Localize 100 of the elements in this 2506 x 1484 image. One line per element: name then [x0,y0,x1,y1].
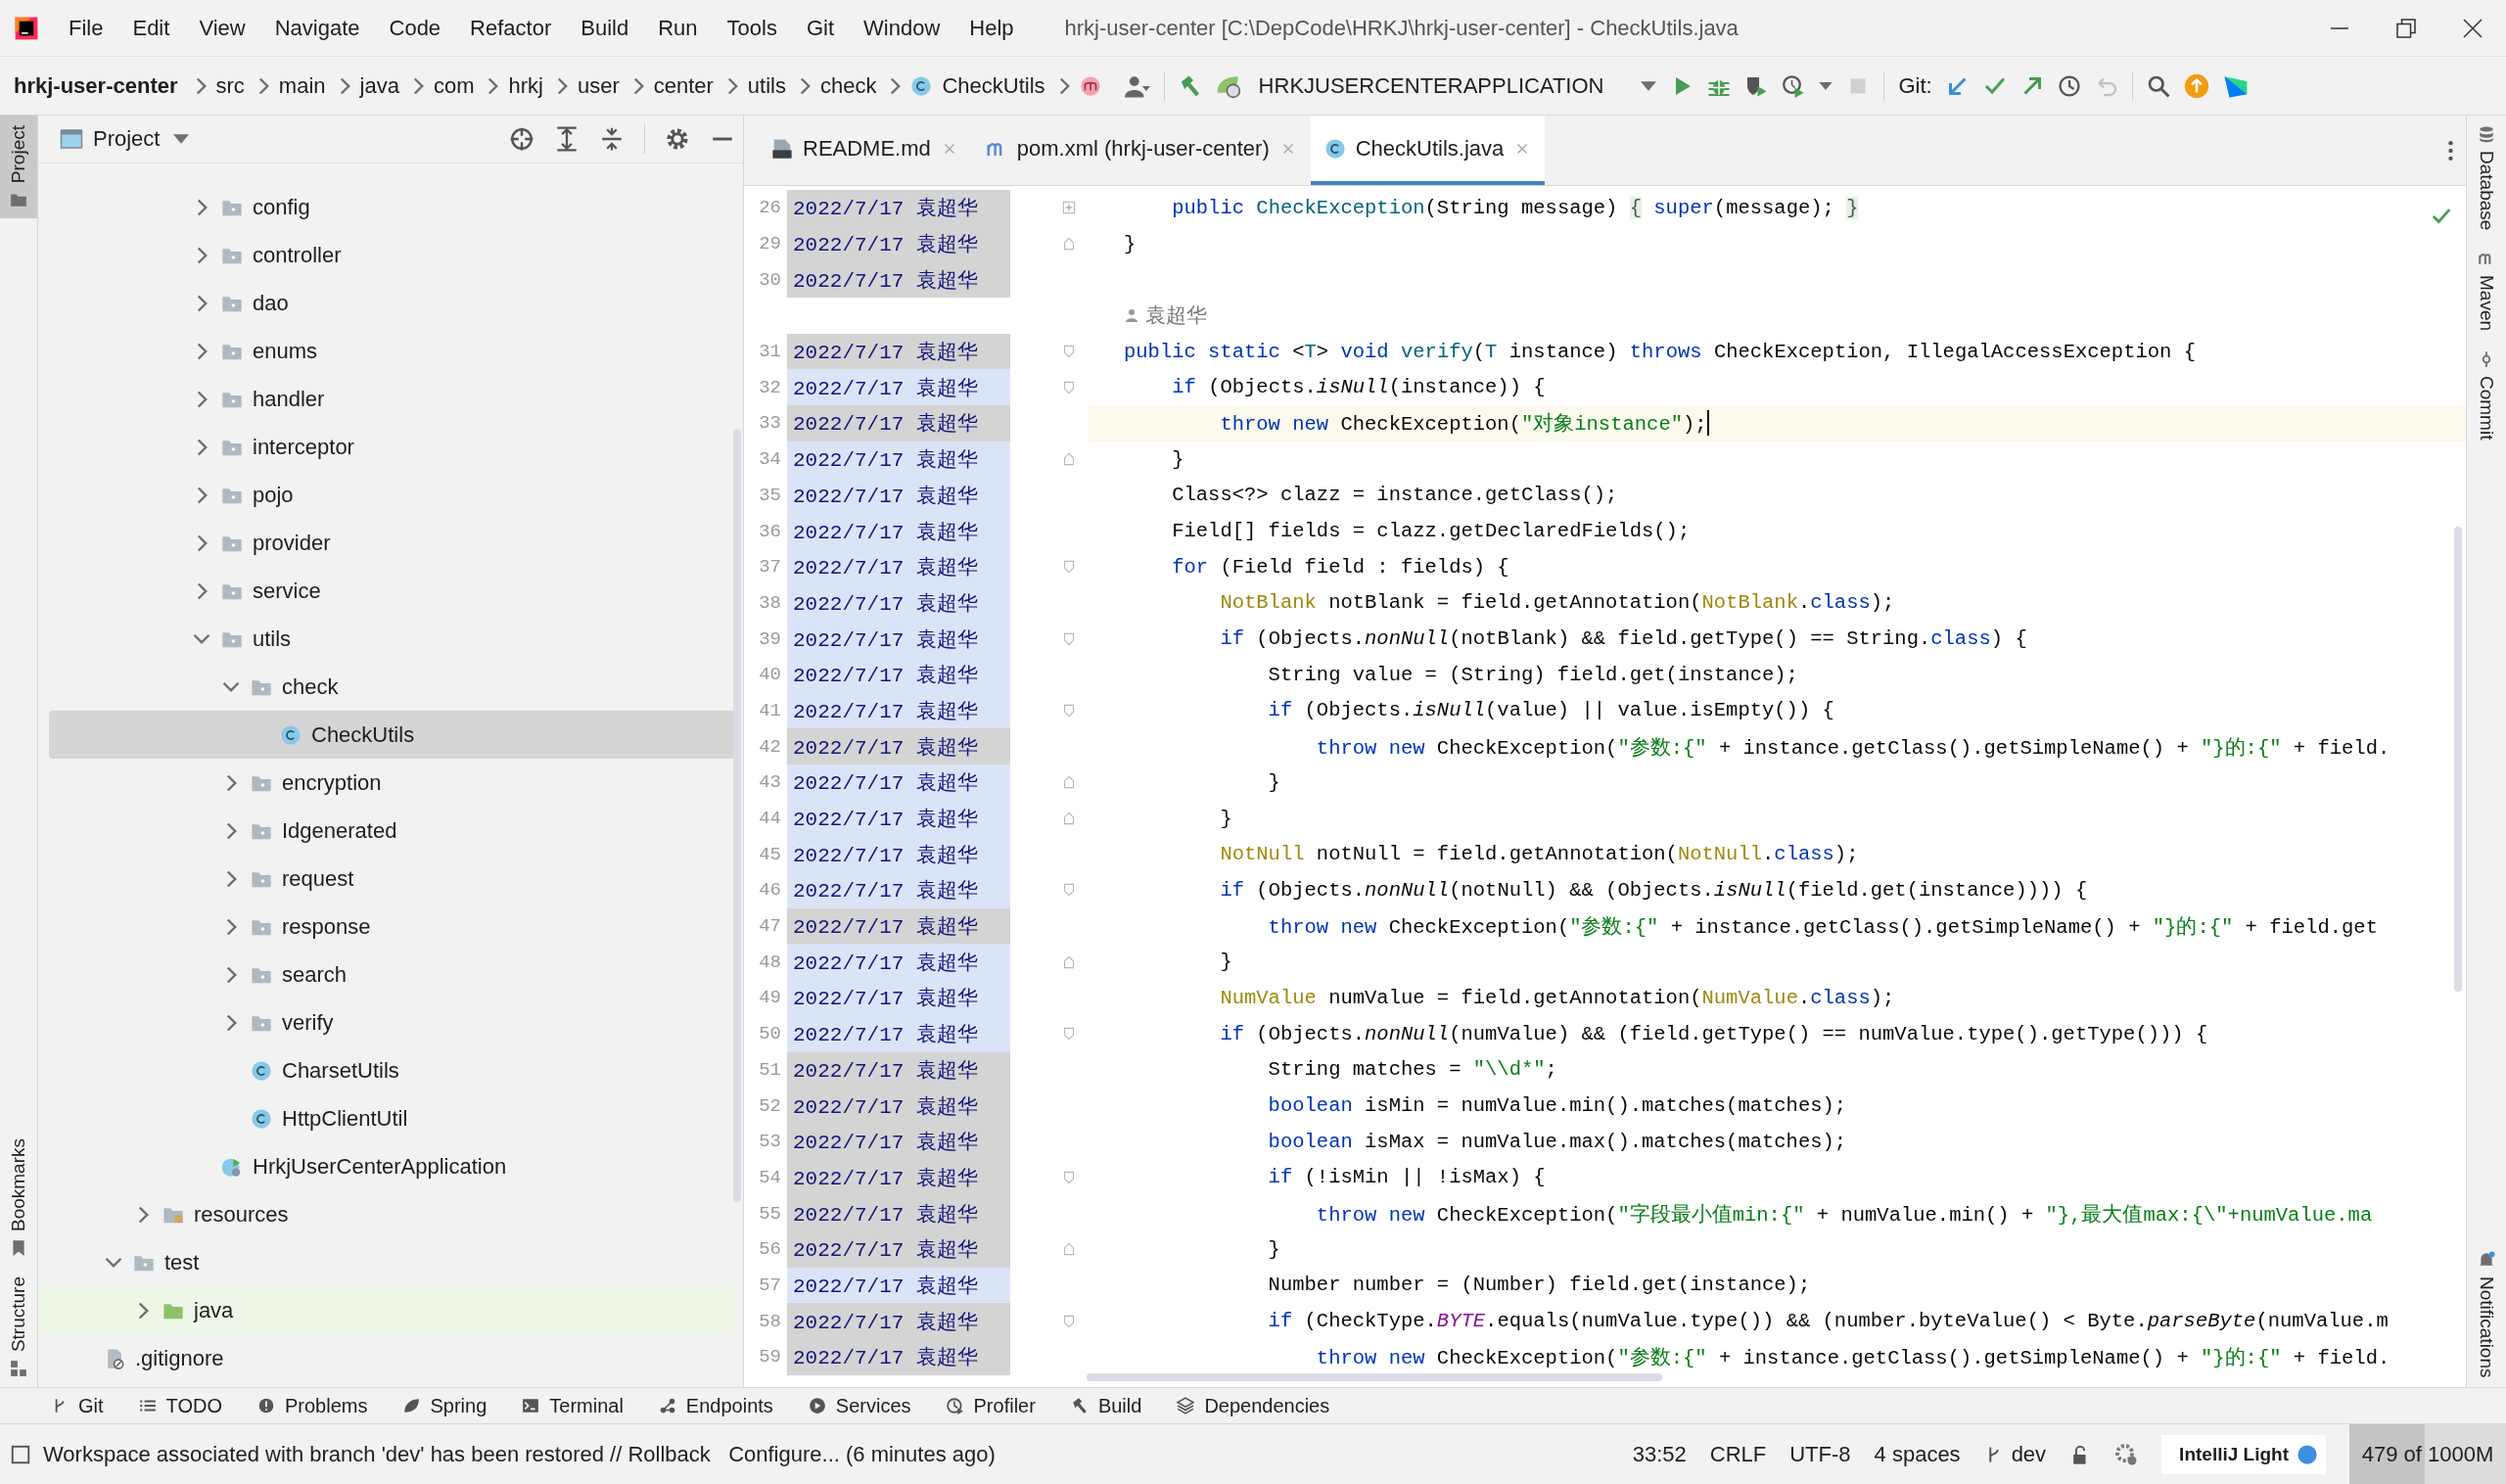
blame-annotation[interactable]: 2022/7/17 袁超华 [787,1267,1010,1304]
tree-item[interactable]: CheckUtils [49,711,735,759]
tool-window-tab[interactable]: Terminal [549,1394,624,1417]
breadcrumb[interactable]: hrkj-user-center [14,72,178,99]
tool-window-button[interactable]: Structure [0,1266,37,1387]
tool-window-tab[interactable]: Endpoints [685,1394,773,1417]
tool-window-button[interactable]: Bookmarks [0,1128,37,1267]
more-icon[interactable] [2447,139,2454,162]
blame-annotation[interactable]: 2022/7/17 袁超华 [787,1015,1010,1052]
chevron-right-icon[interactable] [225,1013,237,1032]
tree-item[interactable]: encryption [38,759,735,807]
blame-annotation[interactable]: 2022/7/17 袁超华 [787,1123,1010,1160]
tree-item[interactable]: HrkjUserCenterApplication [38,1142,735,1190]
memory-indicator[interactable]: 479 of 1000M [2349,1424,2506,1484]
blame-annotation[interactable]: 2022/7/17 袁超华 [787,369,1010,406]
blame-annotation[interactable]: 2022/7/17 袁超华 [787,800,1010,837]
blame-annotation[interactable]: 2022/7/17 袁超华 [787,728,1010,765]
tree-item[interactable]: verify [38,998,735,1046]
blame-annotation[interactable]: 2022/7/17 袁超华 [787,477,1010,514]
profiler-icon[interactable] [1782,73,1806,98]
blame-annotation[interactable]: 2022/7/17 袁超华 [787,1088,1010,1124]
chevron-right-icon[interactable] [137,1205,149,1224]
menu-item[interactable]: Build [580,15,629,41]
search-icon[interactable] [2146,73,2170,98]
status-square-icon[interactable] [10,1443,31,1465]
chevron-right-icon[interactable] [225,965,237,984]
chevron-right-icon[interactable] [225,821,237,840]
tool-window-tab[interactable]: Build [1097,1394,1142,1417]
tree-item[interactable]: service [38,567,735,615]
tree-item[interactable]: java [38,1286,735,1334]
scrollbar[interactable] [2454,527,2462,992]
breadcrumb[interactable]: src [215,72,245,99]
expand-all-icon[interactable] [554,126,580,152]
editor-tab[interactable]: pom.xml (hrkj-user-center) [971,116,1311,185]
blame-annotation[interactable]: 2022/7/17 袁超华 [787,584,1010,622]
menu-item[interactable]: Navigate [274,15,360,41]
tree-item[interactable]: HttpClientUtil [38,1094,735,1142]
menu-item[interactable]: Tools [726,15,777,41]
menu-item[interactable]: Edit [132,15,170,41]
breadcrumb[interactable]: CheckUtils [942,72,1045,99]
settings-icon[interactable] [665,126,690,152]
locate-icon[interactable] [509,126,534,152]
chevron-right-icon[interactable] [196,438,208,456]
tree-item[interactable]: .gitignore [38,1334,735,1382]
panel-title[interactable]: Project [93,126,161,152]
chevron-down-icon[interactable] [105,1257,122,1268]
blame-annotation[interactable]: 2022/7/17 袁超华 [787,1303,1010,1339]
breadcrumb[interactable]: java [359,72,399,99]
tool-window-button[interactable]: Commit [2467,341,2506,450]
tree-item[interactable]: request [38,855,735,903]
menu-item[interactable]: Window [863,15,941,41]
scrollbar[interactable] [733,429,741,1202]
blame-annotation[interactable]: 2022/7/17 袁超华 [787,1051,1010,1089]
tree-item[interactable]: resources [38,1190,735,1238]
tool-window-tab[interactable]: Problems [285,1394,368,1417]
breadcrumb[interactable]: main [278,72,326,99]
breadcrumb[interactable]: hrkj [508,72,543,99]
menu-item[interactable]: Refactor [470,15,552,41]
tree-item[interactable]: Idgenerated [38,807,735,855]
chevron-right-icon[interactable] [196,390,208,408]
chevron-right-icon[interactable] [137,1301,149,1320]
caret-position[interactable]: 33:52 [1632,1441,1687,1467]
breadcrumb[interactable]: com [433,72,475,99]
tool-window-tab[interactable]: Dependencies [1204,1394,1330,1417]
menu-item[interactable]: Code [389,15,441,41]
line-separator[interactable]: CRLF [1709,1441,1767,1467]
tree-item[interactable]: CharsetUtils [38,1046,735,1094]
blame-annotation[interactable]: 2022/7/17 袁超华 [787,441,1010,478]
breadcrumb[interactable]: center [653,72,714,99]
chevron-right-icon[interactable] [225,917,237,936]
menu-item[interactable]: Help [969,15,1014,41]
blame-annotation[interactable]: 2022/7/17 袁超华 [787,944,1010,981]
chevron-right-icon[interactable] [196,581,208,600]
dropdown-icon[interactable] [1641,80,1657,91]
tool-window-tab[interactable]: Git [78,1394,104,1417]
tool-window-tab[interactable]: Spring [430,1394,487,1417]
menu-item[interactable]: View [199,15,246,41]
tree-item[interactable]: dao [38,279,735,327]
tree-item[interactable]: utils [38,615,735,663]
tool-window-tab[interactable]: Services [835,1394,911,1417]
method-icon[interactable] [1079,74,1101,97]
breadcrumb[interactable]: check [820,72,877,99]
blame-annotation[interactable]: 2022/7/17 袁超华 [787,225,1010,262]
blame-annotation[interactable]: 2022/7/17 袁超华 [787,656,1010,693]
menu-item[interactable]: Git [806,15,835,41]
breadcrumb[interactable]: user [577,72,620,99]
tool-window-button[interactable]: Database [2467,116,2506,241]
chevron-down-icon[interactable] [222,681,240,692]
blame-annotation[interactable]: 2022/7/17 袁超华 [787,261,1010,299]
tree-item[interactable]: handler [38,375,735,423]
chevron-right-icon[interactable] [196,246,208,264]
indent-setting[interactable]: 4 spaces [1874,1441,1961,1467]
file-encoding[interactable]: UTF-8 [1789,1441,1851,1467]
blame-annotation[interactable]: 2022/7/17 袁超华 [787,405,1010,441]
author-hint[interactable]: 袁超华 [1145,301,1207,330]
tool-window-tab[interactable]: Profiler [973,1394,1036,1417]
blame-annotation[interactable]: 2022/7/17 袁超华 [787,621,1010,657]
close-icon[interactable] [2461,16,2484,40]
chevron-right-icon[interactable] [225,869,237,888]
collapse-all-icon[interactable] [599,126,625,152]
